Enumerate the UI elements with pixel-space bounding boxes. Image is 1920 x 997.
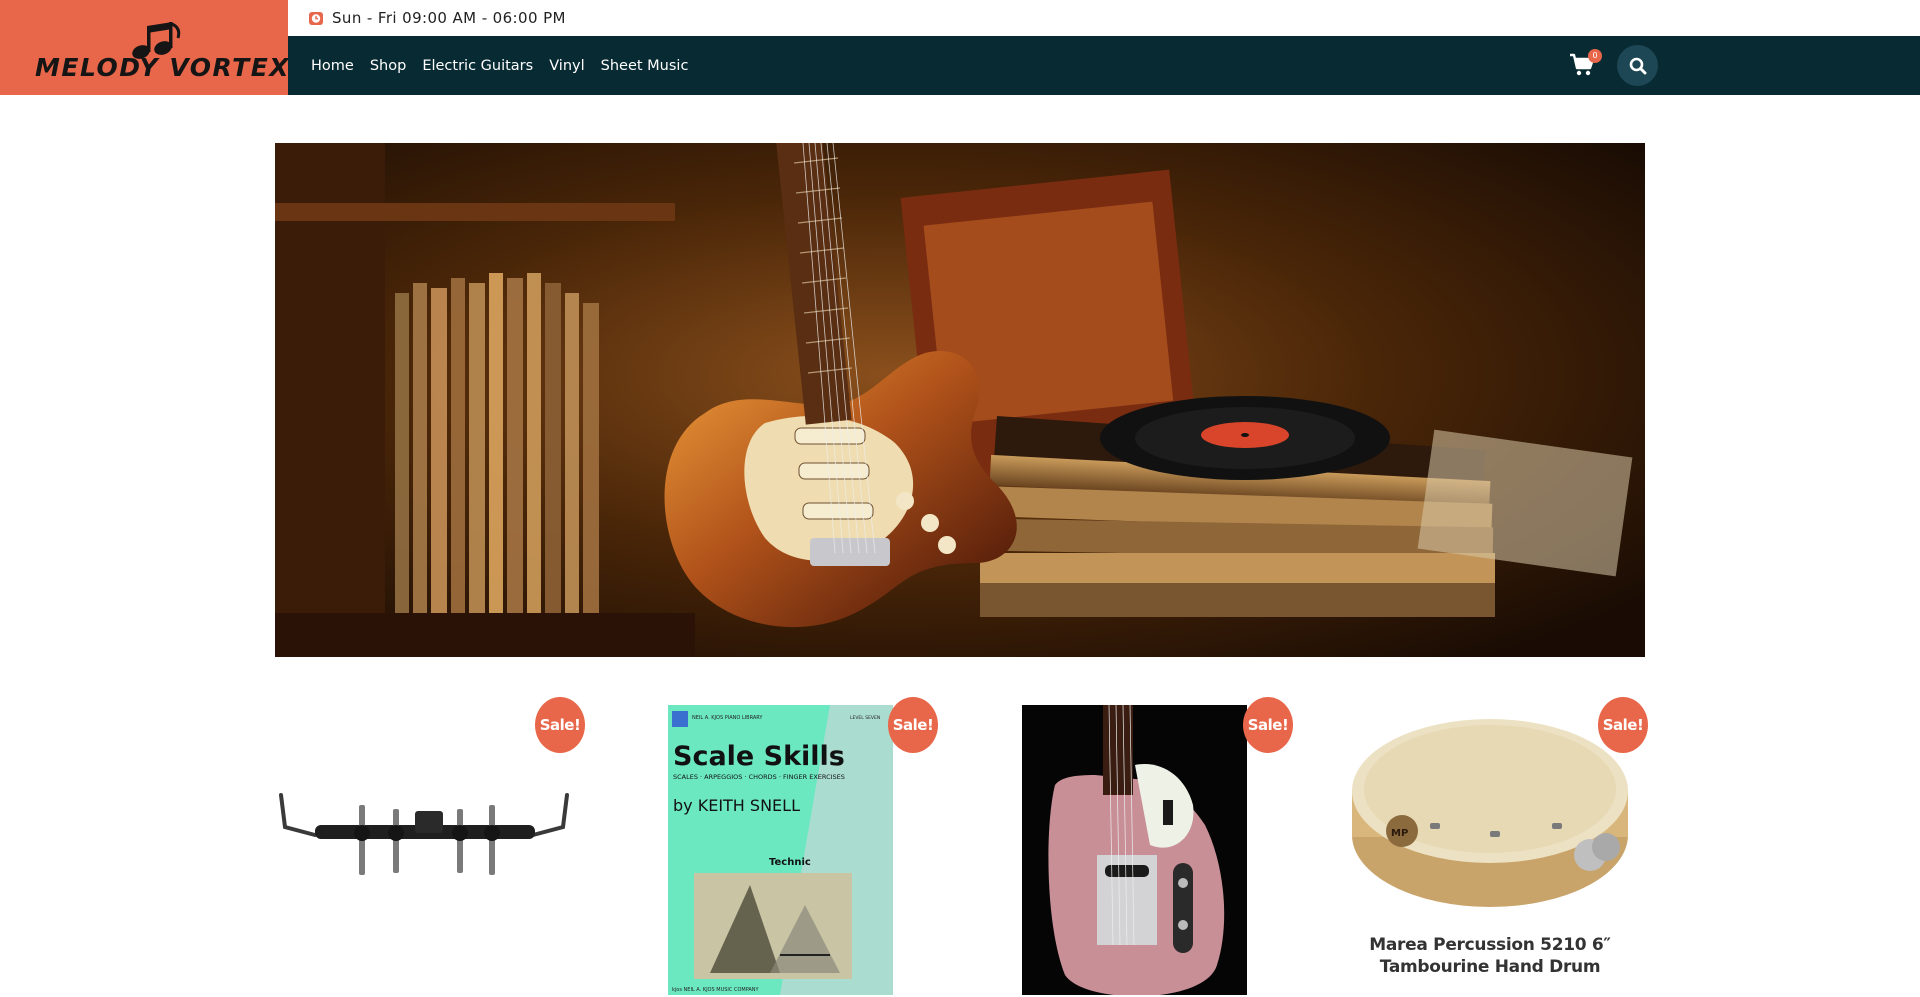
book-section: Technic: [769, 857, 811, 868]
book-author: by KEITH SNELL: [673, 796, 800, 815]
book-publisher: NEIL A. KJOS PIANO LIBRARY: [692, 715, 763, 721]
tambourine-image: MP: [1352, 719, 1628, 907]
product-image[interactable]: [275, 705, 575, 995]
nav-menu: Home Shop Electric Guitars Vinyl Sheet M…: [311, 36, 688, 95]
sale-badge[interactable]: Sale!: [535, 697, 585, 753]
book-subtitle: SCALES · ARPEGGIOS · CHORDS · FINGER EXE…: [673, 773, 845, 781]
product-card[interactable]: Sale!: [985, 697, 1293, 997]
sale-badge[interactable]: Sale!: [1243, 697, 1293, 753]
sale-badge[interactable]: Sale!: [1598, 697, 1648, 753]
cart-count-badge: 0: [1588, 49, 1602, 63]
hero-image: [275, 143, 1645, 657]
product-image[interactable]: NEIL A. KJOS PIANO LIBRARY LEVEL SEVEN S…: [630, 705, 930, 995]
product-card[interactable]: Sale!: [275, 697, 585, 997]
search-icon: [1629, 57, 1646, 74]
nav-item-home[interactable]: Home: [311, 58, 354, 74]
top-info-bar: Sun - Fri 09:00 AM - 06:00 PM: [288, 0, 1920, 36]
site-header: MELODY VORTEX Sun - Fri 09:00 AM - 06:00…: [0, 0, 1920, 95]
main-navigation: Home Shop Electric Guitars Vinyl Sheet M…: [288, 36, 1920, 95]
sale-badge[interactable]: Sale!: [888, 697, 938, 753]
svg-text:MP: MP: [1391, 828, 1408, 839]
search-button[interactable]: [1617, 45, 1658, 86]
product-image[interactable]: [985, 705, 1285, 995]
nav-item-vinyl[interactable]: Vinyl: [549, 58, 584, 74]
brand-name: MELODY VORTEX: [35, 53, 291, 82]
nav-item-sheet-music[interactable]: Sheet Music: [601, 58, 689, 74]
product-title[interactable]: Marea Percussion 5210 6″ Tambourine Hand…: [1340, 934, 1640, 978]
product-card[interactable]: NEIL A. KJOS PIANO LIBRARY LEVEL SEVEN S…: [630, 697, 938, 997]
book-level: LEVEL SEVEN: [850, 715, 880, 721]
drum-rack-clamp-image: [279, 793, 569, 875]
hero-banner: [275, 143, 1645, 657]
site-logo[interactable]: MELODY VORTEX: [0, 0, 291, 95]
scale-skills-book-cover-image: NEIL A. KJOS PIANO LIBRARY LEVEL SEVEN S…: [668, 705, 893, 995]
book-title: Scale Skills: [673, 741, 845, 772]
clock-icon: [309, 12, 323, 25]
nav-item-shop[interactable]: Shop: [370, 58, 406, 74]
pink-electric-guitar-image: [1022, 705, 1247, 995]
nav-item-electric-guitars[interactable]: Electric Guitars: [422, 58, 533, 74]
book-footer: kjos NEIL A. KJOS MUSIC COMPANY: [672, 987, 760, 993]
opening-hours: Sun - Fri 09:00 AM - 06:00 PM: [332, 9, 566, 27]
product-card[interactable]: MP Sale! Marea Percussion 5210 6″ Tambou…: [1340, 697, 1648, 997]
